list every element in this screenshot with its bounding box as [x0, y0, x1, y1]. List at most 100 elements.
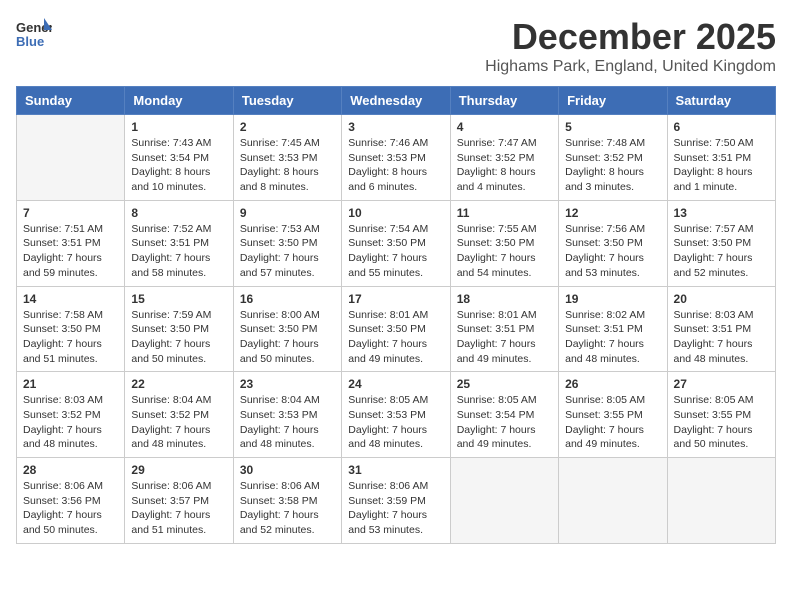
day-info: Sunrise: 8:05 AMSunset: 3:55 PMDaylight:…	[565, 393, 660, 452]
day-info: Sunrise: 8:04 AMSunset: 3:53 PMDaylight:…	[240, 393, 335, 452]
day-number: 29	[131, 463, 226, 477]
col-header-sunday: Sunday	[17, 87, 125, 115]
calendar-cell: 6Sunrise: 7:50 AMSunset: 3:51 PMDaylight…	[667, 115, 775, 201]
day-number: 25	[457, 377, 552, 391]
calendar-cell: 8Sunrise: 7:52 AMSunset: 3:51 PMDaylight…	[125, 200, 233, 286]
day-number: 26	[565, 377, 660, 391]
calendar-cell: 29 Sunrise: 8:06 AMSunset: 3:57 PMDayligh…	[125, 458, 233, 544]
calendar-cell: 27 Sunrise: 8:05 AMSunset: 3:55 PMDayligh…	[667, 372, 775, 458]
col-header-saturday: Saturday	[667, 87, 775, 115]
day-info: Sunrise: 7:45 AMSunset: 3:53 PMDaylight:…	[240, 136, 335, 195]
calendar-cell: 16 Sunrise: 8:00 AMSunset: 3:50 PMDayligh…	[233, 286, 341, 372]
day-info: Sunrise: 8:00 AMSunset: 3:50 PMDaylight:…	[240, 308, 335, 367]
col-header-tuesday: Tuesday	[233, 87, 341, 115]
calendar-cell: 13 Sunrise: 7:57 AMSunset: 3:50 PMDayligh…	[667, 200, 775, 286]
calendar-cell	[450, 458, 558, 544]
day-info: Sunrise: 7:48 AMSunset: 3:52 PMDaylight:…	[565, 136, 660, 195]
day-info: Sunrise: 8:06 AMSunset: 3:57 PMDaylight:…	[131, 479, 226, 538]
day-number: 15	[131, 292, 226, 306]
calendar-cell: 9 Sunrise: 7:53 AMSunset: 3:50 PMDaylight…	[233, 200, 341, 286]
day-number: 18	[457, 292, 552, 306]
day-info: Sunrise: 7:46 AMSunset: 3:53 PMDaylight:…	[348, 136, 443, 195]
day-number: 27	[674, 377, 769, 391]
day-number: 28	[23, 463, 118, 477]
day-number: 4	[457, 120, 552, 134]
day-number: 13	[674, 206, 769, 220]
calendar-cell: 1Sunrise: 7:43 AMSunset: 3:54 PMDaylight…	[125, 115, 233, 201]
day-number: 6	[674, 120, 769, 134]
day-info: Sunrise: 8:02 AMSunset: 3:51 PMDaylight:…	[565, 308, 660, 367]
col-header-wednesday: Wednesday	[342, 87, 450, 115]
calendar-cell: 20 Sunrise: 8:03 AMSunset: 3:51 PMDayligh…	[667, 286, 775, 372]
day-number: 17	[348, 292, 443, 306]
calendar-week-row: 7Sunrise: 7:51 AMSunset: 3:51 PMDaylight…	[17, 200, 776, 286]
day-number: 30	[240, 463, 335, 477]
calendar-header-row: SundayMondayTuesdayWednesdayThursdayFrid…	[17, 87, 776, 115]
day-number: 24	[348, 377, 443, 391]
day-info: Sunrise: 8:05 AMSunset: 3:53 PMDaylight:…	[348, 393, 443, 452]
calendar-cell: 19Sunrise: 8:02 AMSunset: 3:51 PMDayligh…	[559, 286, 667, 372]
day-number: 12	[565, 206, 660, 220]
day-number: 16	[240, 292, 335, 306]
logo: General Blue	[16, 16, 56, 52]
calendar-cell: 24 Sunrise: 8:05 AMSunset: 3:53 PMDayligh…	[342, 372, 450, 458]
calendar-cell	[17, 115, 125, 201]
day-info: Sunrise: 8:06 AMSunset: 3:59 PMDaylight:…	[348, 479, 443, 538]
day-info: Sunrise: 8:06 AMSunset: 3:58 PMDaylight:…	[240, 479, 335, 538]
calendar-cell: 7Sunrise: 7:51 AMSunset: 3:51 PMDaylight…	[17, 200, 125, 286]
day-info: Sunrise: 7:56 AMSunset: 3:50 PMDaylight:…	[565, 222, 660, 281]
day-number: 9	[240, 206, 335, 220]
logo-icon: General Blue	[16, 16, 52, 52]
calendar-cell: 4 Sunrise: 7:47 AMSunset: 3:52 PMDaylight…	[450, 115, 558, 201]
day-info: Sunrise: 7:59 AMSunset: 3:50 PMDaylight:…	[131, 308, 226, 367]
day-info: Sunrise: 7:57 AMSunset: 3:50 PMDaylight:…	[674, 222, 769, 281]
page-header: General Blue December 2025 Highams Park,…	[16, 16, 776, 76]
calendar-cell: 2 Sunrise: 7:45 AMSunset: 3:53 PMDaylight…	[233, 115, 341, 201]
day-info: Sunrise: 7:47 AMSunset: 3:52 PMDaylight:…	[457, 136, 552, 195]
calendar-week-row: 28 Sunrise: 8:06 AMSunset: 3:56 PMDayligh…	[17, 458, 776, 544]
day-number: 1	[131, 120, 226, 134]
calendar-cell: 28 Sunrise: 8:06 AMSunset: 3:56 PMDayligh…	[17, 458, 125, 544]
day-number: 3	[348, 120, 443, 134]
calendar-table: SundayMondayTuesdayWednesdayThursdayFrid…	[16, 86, 776, 544]
day-info: Sunrise: 8:01 AMSunset: 3:50 PMDaylight:…	[348, 308, 443, 367]
col-header-friday: Friday	[559, 87, 667, 115]
calendar-cell: 17 Sunrise: 8:01 AMSunset: 3:50 PMDayligh…	[342, 286, 450, 372]
calendar-cell: 23 Sunrise: 8:04 AMSunset: 3:53 PMDayligh…	[233, 372, 341, 458]
day-info: Sunrise: 7:55 AMSunset: 3:50 PMDaylight:…	[457, 222, 552, 281]
day-number: 23	[240, 377, 335, 391]
day-info: Sunrise: 7:58 AMSunset: 3:50 PMDaylight:…	[23, 308, 118, 367]
calendar-week-row: 1Sunrise: 7:43 AMSunset: 3:54 PMDaylight…	[17, 115, 776, 201]
day-info: Sunrise: 8:03 AMSunset: 3:51 PMDaylight:…	[674, 308, 769, 367]
day-info: Sunrise: 8:05 AMSunset: 3:55 PMDaylight:…	[674, 393, 769, 452]
month-title: December 2025	[485, 16, 776, 58]
calendar-cell: 18 Sunrise: 8:01 AMSunset: 3:51 PMDayligh…	[450, 286, 558, 372]
day-info: Sunrise: 7:54 AMSunset: 3:50 PMDaylight:…	[348, 222, 443, 281]
day-number: 2	[240, 120, 335, 134]
day-number: 14	[23, 292, 118, 306]
day-number: 5	[565, 120, 660, 134]
day-number: 22	[131, 377, 226, 391]
day-number: 8	[131, 206, 226, 220]
day-info: Sunrise: 8:06 AMSunset: 3:56 PMDaylight:…	[23, 479, 118, 538]
calendar-cell: 26 Sunrise: 8:05 AMSunset: 3:55 PMDayligh…	[559, 372, 667, 458]
day-info: Sunrise: 7:53 AMSunset: 3:50 PMDaylight:…	[240, 222, 335, 281]
day-number: 11	[457, 206, 552, 220]
calendar-cell: 12 Sunrise: 7:56 AMSunset: 3:50 PMDayligh…	[559, 200, 667, 286]
calendar-cell: 3 Sunrise: 7:46 AMSunset: 3:53 PMDaylight…	[342, 115, 450, 201]
day-number: 10	[348, 206, 443, 220]
col-header-monday: Monday	[125, 87, 233, 115]
calendar-cell: 10 Sunrise: 7:54 AMSunset: 3:50 PMDayligh…	[342, 200, 450, 286]
calendar-week-row: 14 Sunrise: 7:58 AMSunset: 3:50 PMDayligh…	[17, 286, 776, 372]
day-info: Sunrise: 8:01 AMSunset: 3:51 PMDaylight:…	[457, 308, 552, 367]
calendar-cell: 5 Sunrise: 7:48 AMSunset: 3:52 PMDaylight…	[559, 115, 667, 201]
calendar-cell: 14 Sunrise: 7:58 AMSunset: 3:50 PMDayligh…	[17, 286, 125, 372]
calendar-cell: 31Sunrise: 8:06 AMSunset: 3:59 PMDayligh…	[342, 458, 450, 544]
day-info: Sunrise: 8:03 AMSunset: 3:52 PMDaylight:…	[23, 393, 118, 452]
day-number: 20	[674, 292, 769, 306]
calendar-cell: 15 Sunrise: 7:59 AMSunset: 3:50 PMDayligh…	[125, 286, 233, 372]
svg-text:Blue: Blue	[16, 34, 44, 49]
calendar-cell: 22Sunrise: 8:04 AMSunset: 3:52 PMDayligh…	[125, 372, 233, 458]
calendar-cell: 30 Sunrise: 8:06 AMSunset: 3:58 PMDayligh…	[233, 458, 341, 544]
col-header-thursday: Thursday	[450, 87, 558, 115]
